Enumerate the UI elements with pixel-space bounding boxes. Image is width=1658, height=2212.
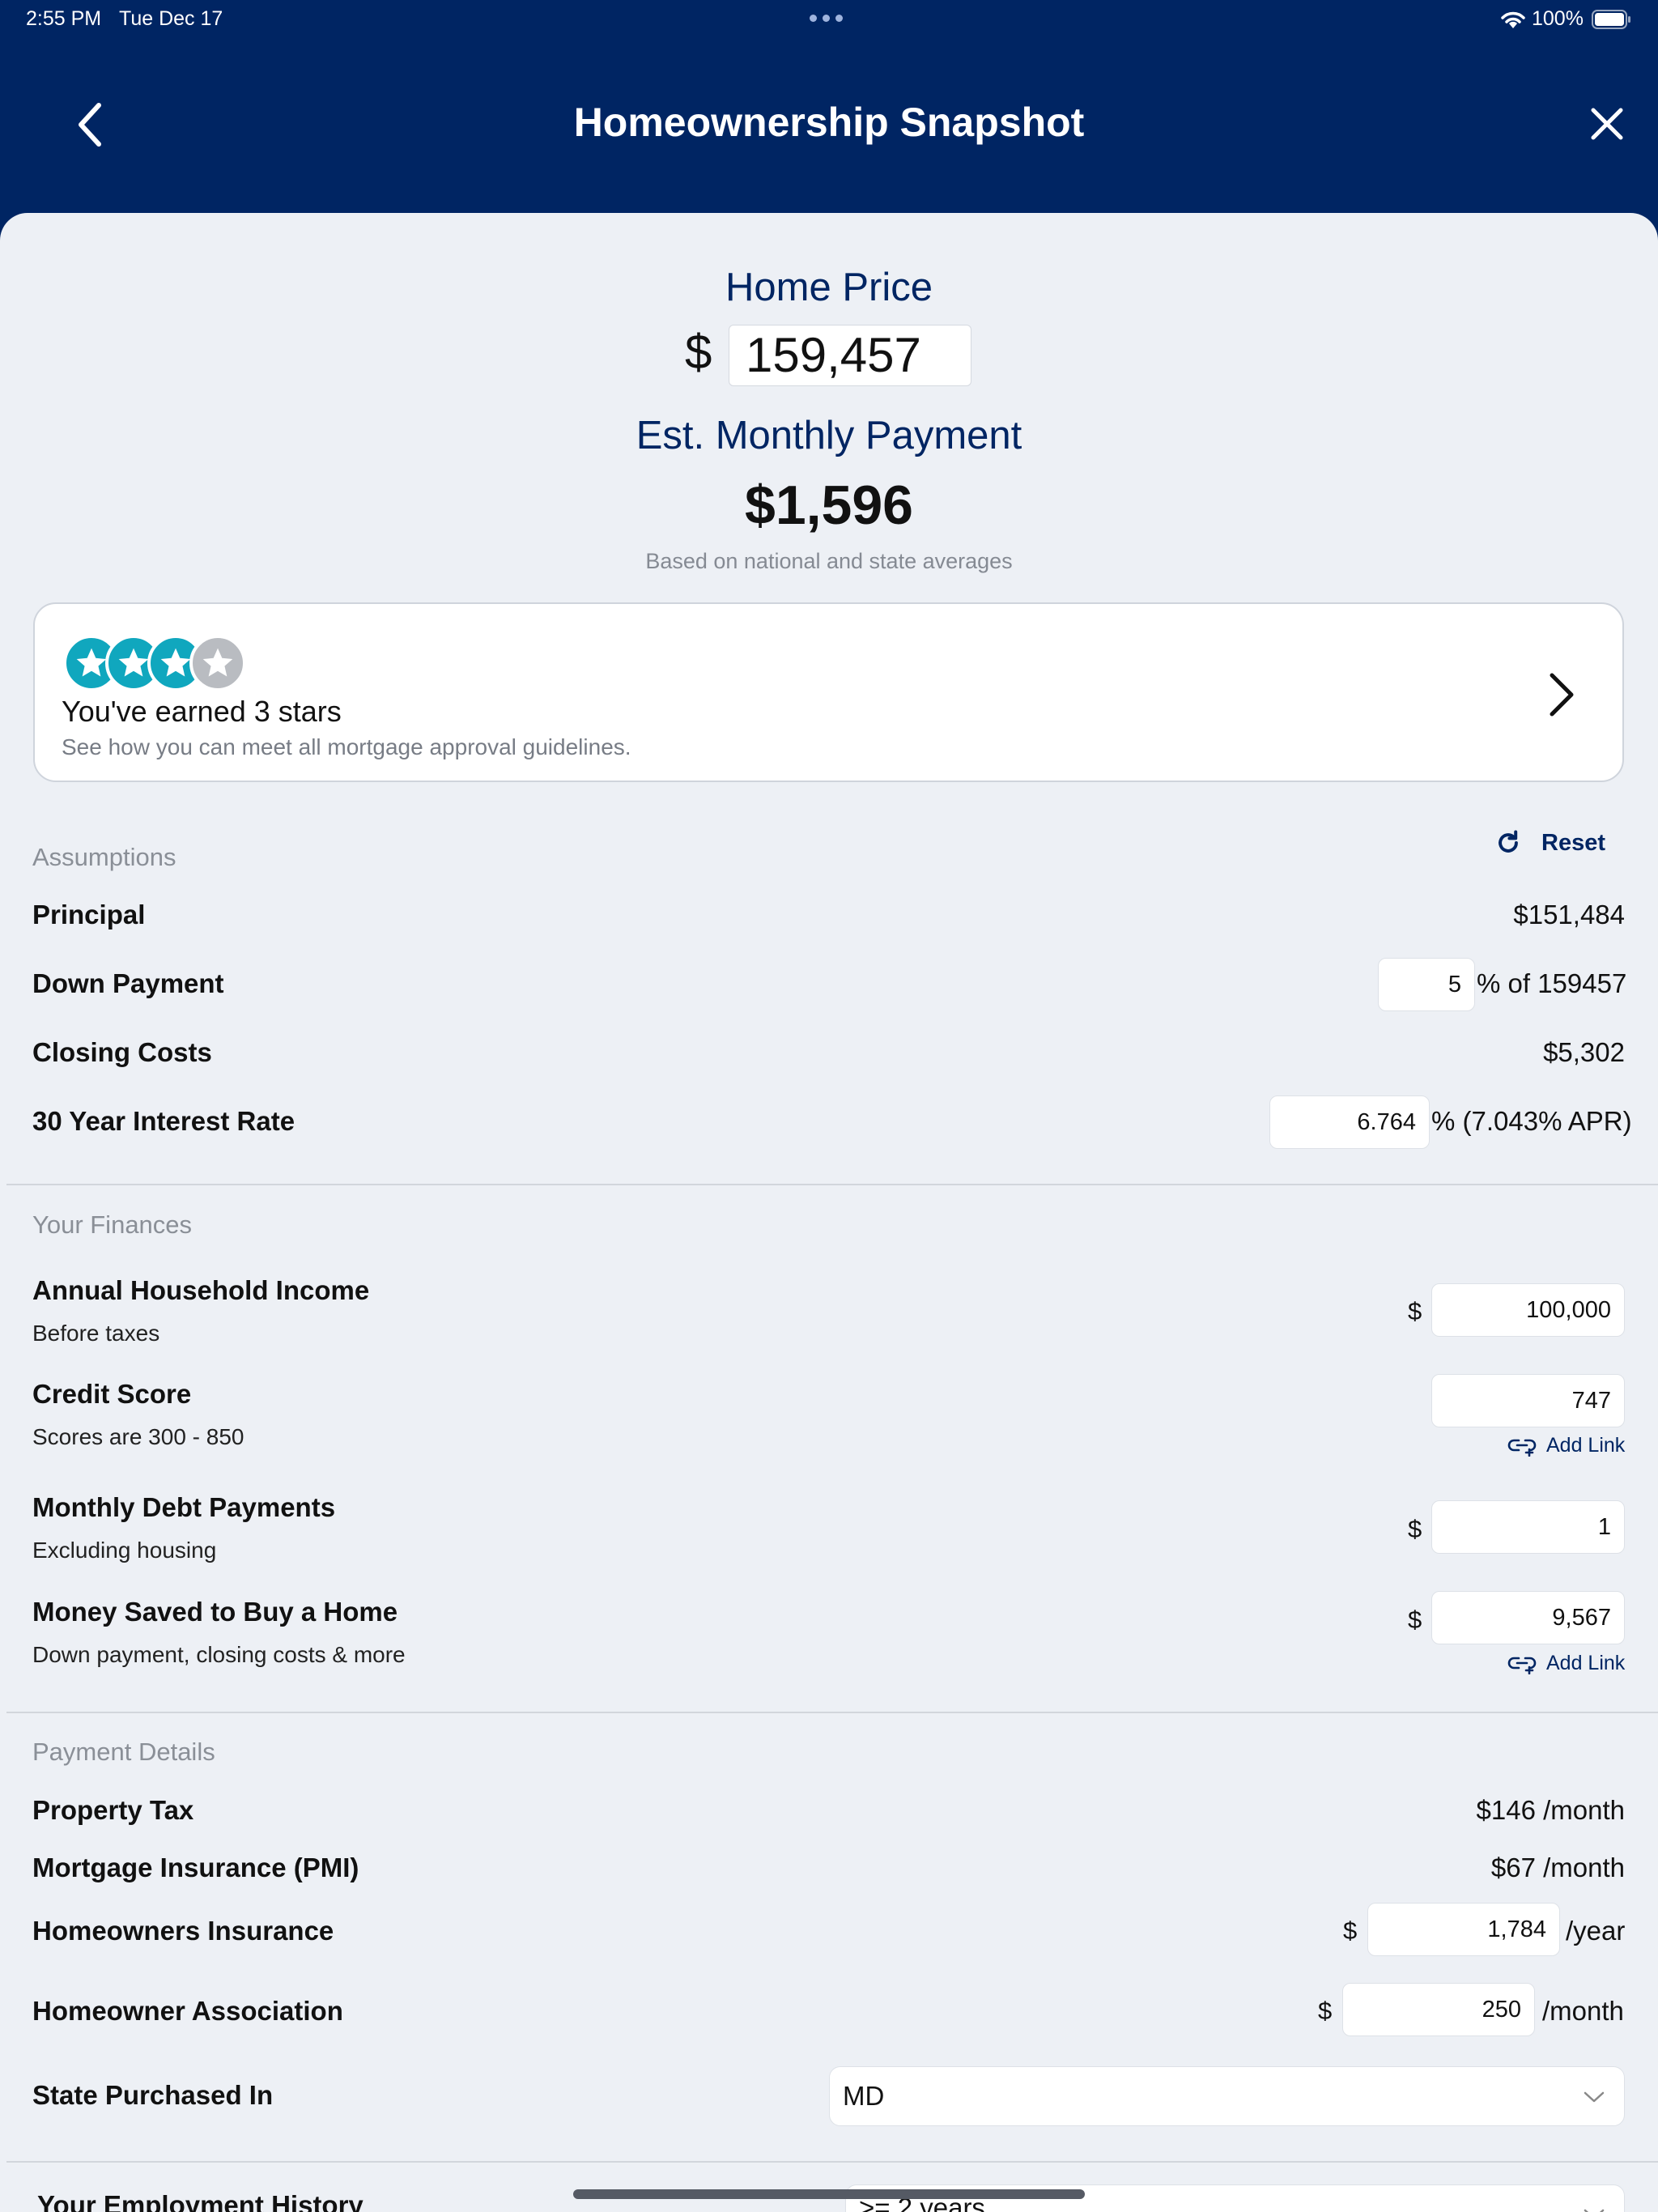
add-link-button[interactable]: Add Link bbox=[1507, 1652, 1625, 1675]
stars-title: You've earned 3 stars bbox=[62, 695, 342, 728]
pmi-label: Mortgage Insurance (PMI) bbox=[32, 1853, 359, 1882]
star-rating bbox=[63, 635, 249, 691]
interest-rate-suffix: % (7.043% APR) bbox=[1431, 1106, 1632, 1136]
stars-subtitle: See how you can meet all mortgage approv… bbox=[62, 734, 631, 759]
income-label: Annual Household Income bbox=[32, 1275, 370, 1305]
principal-label: Principal bbox=[32, 900, 146, 929]
page-title: Homeownership Snapshot bbox=[573, 100, 1085, 145]
principal-value: $151,484 bbox=[1513, 900, 1625, 929]
reset-label: Reset bbox=[1541, 829, 1605, 856]
saved-input[interactable]: 9,567 bbox=[1431, 1591, 1625, 1644]
income-currency: $ bbox=[1408, 1297, 1422, 1325]
home-price-currency: $ bbox=[685, 325, 712, 379]
state-select[interactable]: MD bbox=[829, 2066, 1625, 2126]
chevron-right-icon[interactable] bbox=[1544, 670, 1579, 719]
homeowners-insurance-label: Homeowners Insurance bbox=[32, 1916, 334, 1946]
hoa-currency: $ bbox=[1318, 1997, 1333, 2025]
add-link-label: Add Link bbox=[1546, 1434, 1626, 1457]
chevron-down-icon bbox=[1584, 2091, 1605, 2103]
closing-costs-value: $5,302 bbox=[1543, 1037, 1625, 1067]
star-empty-icon bbox=[189, 635, 246, 691]
payment-note: Based on national and state averages bbox=[645, 549, 1013, 573]
hoa-input[interactable]: 250 bbox=[1342, 1983, 1535, 2036]
property-tax-label: Property Tax bbox=[32, 1795, 194, 1825]
monthly-payment-label: Est. Monthly Payment bbox=[636, 414, 1022, 457]
state-selected-value: MD bbox=[843, 2081, 885, 2111]
reset-button[interactable]: Reset bbox=[1494, 825, 1605, 861]
debt-label: Monthly Debt Payments bbox=[32, 1492, 336, 1522]
hoa-suffix: /month bbox=[1542, 1996, 1624, 2026]
homeowners-insurance-suffix: /year bbox=[1566, 1916, 1626, 1946]
property-tax-value: $146 /month bbox=[1476, 1795, 1625, 1825]
credit-score-label: Credit Score bbox=[32, 1379, 192, 1409]
add-link-button[interactable]: Add Link bbox=[1507, 1434, 1625, 1457]
content-sheet: Home Price $ 159,457 Est. Monthly Paymen… bbox=[0, 213, 1658, 2212]
finances-section-title: Your Finances bbox=[32, 1210, 193, 1239]
homeowners-insurance-input[interactable]: 1,784 bbox=[1367, 1903, 1560, 1956]
battery-icon bbox=[1592, 10, 1630, 29]
close-icon[interactable] bbox=[1588, 105, 1626, 143]
down-payment-label: Down Payment bbox=[32, 968, 224, 998]
link-icon bbox=[1507, 1657, 1537, 1674]
debt-sublabel: Excluding housing bbox=[32, 1538, 217, 1563]
section-divider bbox=[6, 1712, 1658, 1713]
home-price-label: Home Price bbox=[725, 266, 933, 309]
debt-input[interactable]: 1 bbox=[1431, 1500, 1625, 1554]
monthly-payment-value: $1,596 bbox=[745, 474, 913, 536]
state-label: State Purchased In bbox=[32, 2080, 274, 2110]
interest-rate-input[interactable]: 6.764 bbox=[1269, 1095, 1430, 1149]
section-divider bbox=[6, 1184, 1658, 1185]
status-time: 2:55 PM bbox=[26, 7, 102, 30]
home-price-input[interactable]: 159,457 bbox=[729, 325, 971, 386]
saved-currency: $ bbox=[1408, 1606, 1422, 1634]
wifi-icon bbox=[1501, 11, 1525, 28]
pmi-value: $67 /month bbox=[1490, 1853, 1625, 1882]
section-divider bbox=[6, 2161, 1658, 2163]
add-link-label: Add Link bbox=[1546, 1652, 1626, 1674]
payment-details-section-title: Payment Details bbox=[32, 1738, 215, 1766]
refresh-icon bbox=[1499, 830, 1518, 853]
down-payment-suffix: % of 159457 bbox=[1477, 968, 1627, 998]
income-sublabel: Before taxes bbox=[32, 1321, 160, 1346]
stars-card[interactable]: You've earned 3 stars See how you can me… bbox=[33, 602, 1624, 782]
interest-rate-label: 30 Year Interest Rate bbox=[32, 1106, 295, 1136]
income-input[interactable]: 100,000 bbox=[1431, 1283, 1625, 1337]
home-indicator[interactable] bbox=[573, 2189, 1085, 2199]
link-icon bbox=[1507, 1439, 1537, 1457]
credit-score-sublabel: Scores are 300 - 850 bbox=[32, 1424, 244, 1449]
saved-sublabel: Down payment, closing costs & more bbox=[32, 1642, 406, 1667]
employment-label: Your Employment History bbox=[37, 2190, 363, 2212]
status-bar: 2:55 PM Tue Dec 17 100% bbox=[0, 0, 1658, 40]
saved-label: Money Saved to Buy a Home bbox=[32, 1597, 398, 1627]
hoa-label: Homeowner Association bbox=[32, 1996, 343, 2026]
homeowners-insurance-currency: $ bbox=[1343, 1916, 1358, 1945]
chevron-down-icon bbox=[1584, 2209, 1605, 2212]
status-date: Tue Dec 17 bbox=[119, 7, 223, 30]
assumptions-section-title: Assumptions bbox=[32, 843, 176, 871]
battery-percent: 100% bbox=[1532, 7, 1584, 30]
down-payment-input[interactable]: 5 bbox=[1378, 958, 1475, 1011]
closing-costs-label: Closing Costs bbox=[32, 1037, 212, 1067]
debt-currency: $ bbox=[1408, 1515, 1422, 1543]
multitasking-dots-icon[interactable] bbox=[810, 15, 843, 22]
credit-score-input[interactable]: 747 bbox=[1431, 1374, 1625, 1427]
nav-header: Homeownership Snapshot bbox=[0, 40, 1658, 214]
